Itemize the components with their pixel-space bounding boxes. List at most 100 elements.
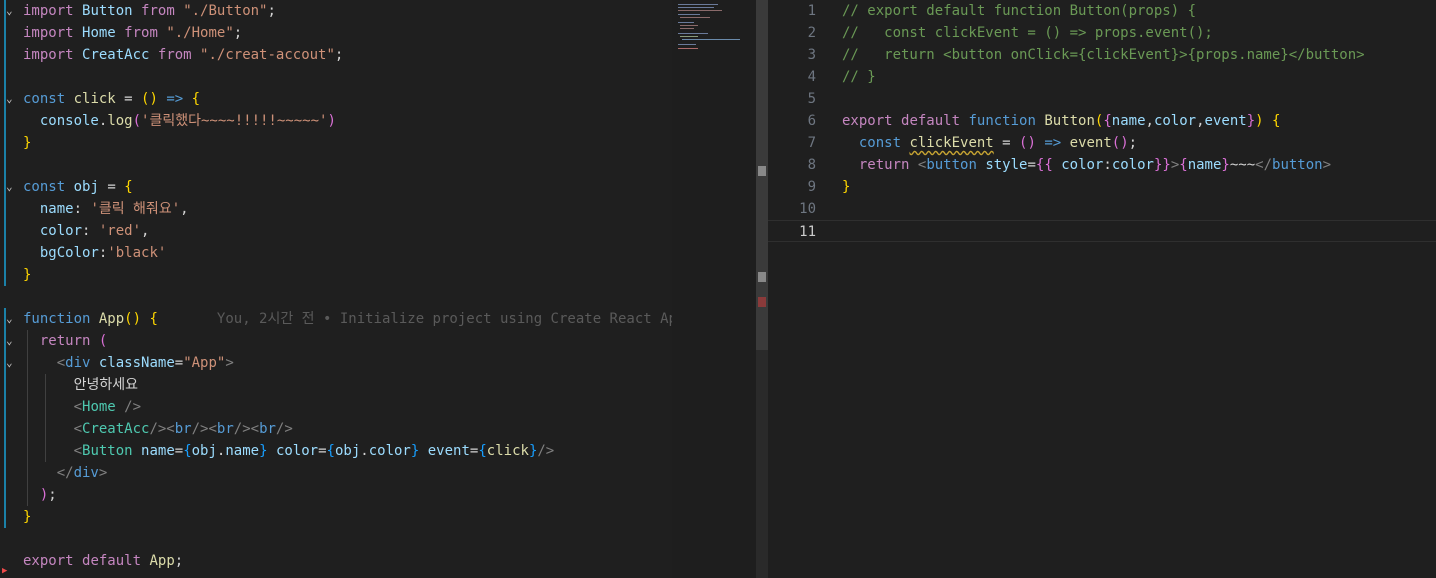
code-line[interactable]: 4 // } <box>768 66 1436 88</box>
fold-chevron-icon[interactable]: ⌄ <box>6 176 16 198</box>
code-line[interactable]: } <box>0 264 672 286</box>
code-token: , <box>1145 113 1154 129</box>
code-line[interactable]: ); <box>0 484 672 506</box>
code-line[interactable]: export default App; <box>0 550 672 572</box>
code-token: button <box>926 157 977 173</box>
code-line[interactable]: ⌄ const obj = { <box>0 176 672 198</box>
code-line[interactable]: <CreatAcc/><br/><br/><br/> <box>0 418 672 440</box>
minimap[interactable] <box>672 0 756 578</box>
code-line[interactable]: <Button name={obj.name} color={obj.color… <box>0 440 672 462</box>
code-content: // const clickEvent = () => props.event(… <box>842 22 1213 44</box>
code-token: { <box>1272 113 1281 129</box>
code-line[interactable]: 3 // return <button onClick={clickEvent}>… <box>768 44 1436 66</box>
left-scrollbar[interactable] <box>756 0 768 578</box>
code-line[interactable]: import Home from "./Home"; <box>0 22 672 44</box>
line-number: 3 <box>807 47 816 63</box>
code-line[interactable]: 9} <box>768 176 1436 198</box>
code-token: } <box>259 443 268 459</box>
code-token: const <box>23 91 66 107</box>
code-line[interactable] <box>0 528 672 550</box>
code-line[interactable]: ⌄ const click = () => { <box>0 88 672 110</box>
code-token: () <box>1111 135 1129 151</box>
code-token: name <box>225 443 260 459</box>
code-line[interactable]: 7 const clickEvent = () => event(); <box>768 132 1436 154</box>
code-token: return <box>858 157 910 173</box>
code-token: div <box>73 465 99 481</box>
code-token: function <box>23 311 91 327</box>
code-token: default <box>901 113 961 129</box>
code-line[interactable]: console.log('클릭했다~~~~!!!!!~~~~~') <box>0 110 672 132</box>
code-line[interactable]: } <box>0 132 672 154</box>
code-content: return <button style={{ color:color}}>{n… <box>842 154 1331 176</box>
code-line[interactable]: bgColor:'black' <box>0 242 672 264</box>
code-content: const click = () => { <box>23 88 200 110</box>
code-line[interactable]: ⌄ <div className="App"> <box>0 352 672 374</box>
code-token: </ <box>56 465 74 481</box>
code-token: clickEvent <box>909 135 994 151</box>
code-line[interactable]: ⌄ return ( <box>0 330 672 352</box>
code-line[interactable]: 안녕하세요 <box>0 374 672 396</box>
code-line[interactable]: 2 // const clickEvent = () => props.event… <box>768 22 1436 44</box>
code-token: color <box>1111 157 1154 173</box>
code-token: event <box>1069 135 1112 151</box>
code-line[interactable]: ⌄ import Button from "./Button"; <box>0 0 672 22</box>
code-token: export <box>842 113 893 129</box>
code-token: > <box>1170 157 1180 173</box>
code-token: }} <box>1153 157 1171 173</box>
minimap-line <box>678 48 698 49</box>
code-line[interactable] <box>0 154 672 176</box>
code-token: ; <box>334 47 344 63</box>
code-token: CreatAcc <box>82 47 150 63</box>
code-line[interactable] <box>0 66 672 88</box>
code-line[interactable]: color: 'red', <box>0 220 672 242</box>
code-line[interactable]: ⌄ function App() { You, 2시간 전 • Initializ… <box>0 308 672 330</box>
code-line[interactable]: import CreatAcc from "./creat-accout"; <box>0 44 672 66</box>
code-token: event <box>427 443 470 459</box>
code-token: () <box>141 91 158 107</box>
code-line[interactable]: } <box>0 506 672 528</box>
code-token: { <box>124 179 133 195</box>
code-content: } <box>842 176 850 198</box>
minimap-line <box>680 28 694 29</box>
code-line[interactable]: 5 <box>768 88 1436 110</box>
code-content: console.log('클릭했다~~~~!!!!!~~~~~') <box>23 110 336 132</box>
line-number: 8 <box>807 157 816 173</box>
fold-chevron-icon[interactable]: ⌄ <box>6 330 16 352</box>
fold-chevron-icon[interactable]: ⌄ <box>6 0 16 22</box>
code-token: />< <box>233 421 260 437</box>
minimap-line <box>680 17 710 18</box>
line-number: 5 <box>807 91 816 107</box>
code-line[interactable]: 1 // export default function Button(props… <box>768 0 1436 22</box>
code-content: <div className="App"> <box>23 352 234 374</box>
code-token: = <box>1027 157 1036 173</box>
code-line[interactable]: 6 export default function Button({name,co… <box>768 110 1436 132</box>
fold-chevron-icon[interactable]: ⌄ <box>6 352 16 374</box>
code-token: 'red' <box>98 223 142 239</box>
code-content: // return <button onClick={clickEvent}>{… <box>842 44 1365 66</box>
code-token: log <box>107 113 133 129</box>
right-editor[interactable]: 1 // export default function Button(props… <box>768 0 1436 578</box>
code-token: color <box>1153 113 1197 129</box>
left-editor[interactable]: ⌄ import Button from "./Button"; import Ho… <box>0 0 672 578</box>
code-line[interactable]: </div> <box>0 462 672 484</box>
code-token: ( <box>132 113 142 129</box>
code-token: // return <button onClick={clickEvent}>{… <box>842 47 1365 63</box>
code-token: function <box>968 113 1036 129</box>
line-number: 11 <box>799 224 816 240</box>
code-line[interactable] <box>0 286 672 308</box>
code-token: = <box>98 179 125 195</box>
code-line[interactable]: name: '클릭 해줘요', <box>0 198 672 220</box>
code-token: : <box>1103 157 1112 173</box>
code-line[interactable]: 10 <box>768 198 1436 220</box>
code-token: from <box>141 3 175 19</box>
code-line[interactable]: <Home /> <box>0 396 672 418</box>
fold-chevron-icon[interactable]: ⌄ <box>6 88 16 110</box>
fold-chevron-icon[interactable]: ⌄ <box>6 308 16 330</box>
code-line[interactable]: 8 return <button style={{ color:color}}>… <box>768 154 1436 176</box>
code-line[interactable]: 11 <box>768 220 1436 242</box>
